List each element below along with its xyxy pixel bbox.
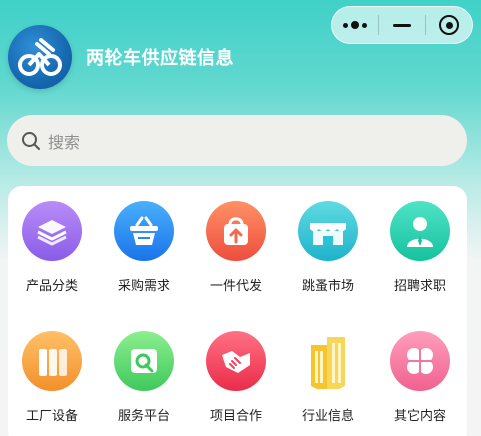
grid-item-recruitment[interactable]: 招聘求职: [374, 201, 466, 294]
buildings-icon: [298, 331, 358, 391]
app-title: 两轮车供应链信息: [86, 48, 234, 69]
grid-item-flea-market[interactable]: 跳蚤市场: [282, 201, 374, 294]
grid-item-other-content[interactable]: 其它内容: [374, 331, 466, 424]
layers-icon: [22, 201, 82, 261]
person-tie-icon: [390, 201, 450, 261]
service-platform-icon: [114, 331, 174, 391]
capsule-menu: [331, 6, 473, 44]
search-input[interactable]: 搜索: [48, 129, 80, 153]
category-card: 产品分类 采购需求 一件代发 跳蚤市场 招聘求职 工厂设备 服务平台 项目合作 …: [8, 186, 467, 436]
grid-item-label: 其它内容: [393, 409, 446, 424]
target-icon: [439, 15, 459, 35]
grid-item-industry-info[interactable]: 行业信息: [282, 331, 374, 424]
bag-upload-icon: [206, 201, 266, 261]
basket-icon: [114, 201, 174, 261]
search-icon: [22, 131, 40, 150]
bike-logo-icon: [8, 25, 72, 89]
market-stall-icon: [298, 201, 358, 261]
grid-item-label: 行业信息: [301, 409, 354, 424]
app-header: 两轮车供应链信息: [8, 25, 234, 89]
factory-columns-icon: [22, 331, 82, 391]
grid-item-dropshipping[interactable]: 一件代发: [190, 201, 282, 294]
grid-item-label: 跳蚤市场: [301, 279, 354, 294]
clover-icon: [390, 331, 450, 391]
grid-item-product-category[interactable]: 产品分类: [6, 201, 98, 294]
handshake-icon: [206, 331, 266, 391]
grid-item-project-cooperation[interactable]: 项目合作: [190, 331, 282, 424]
grid-item-label: 工厂设备: [25, 409, 78, 424]
minimize-icon: [393, 23, 411, 27]
grid-item-factory-equipment[interactable]: 工厂设备: [6, 331, 98, 424]
close-button[interactable]: [426, 7, 472, 43]
search-bar[interactable]: 搜索: [7, 115, 467, 166]
grid-item-label: 项目合作: [209, 409, 262, 424]
grid-item-label: 一件代发: [209, 279, 262, 294]
more-dots-icon: [343, 21, 367, 29]
grid-item-label: 招聘求职: [393, 279, 446, 294]
more-button[interactable]: [332, 7, 378, 43]
grid-item-purchase-demand[interactable]: 采购需求: [98, 201, 190, 294]
minimize-button[interactable]: [379, 7, 425, 43]
grid-item-service-platform[interactable]: 服务平台: [98, 331, 190, 424]
grid-item-label: 产品分类: [25, 279, 78, 294]
grid-item-label: 采购需求: [117, 279, 170, 294]
grid-item-label: 服务平台: [117, 409, 170, 424]
